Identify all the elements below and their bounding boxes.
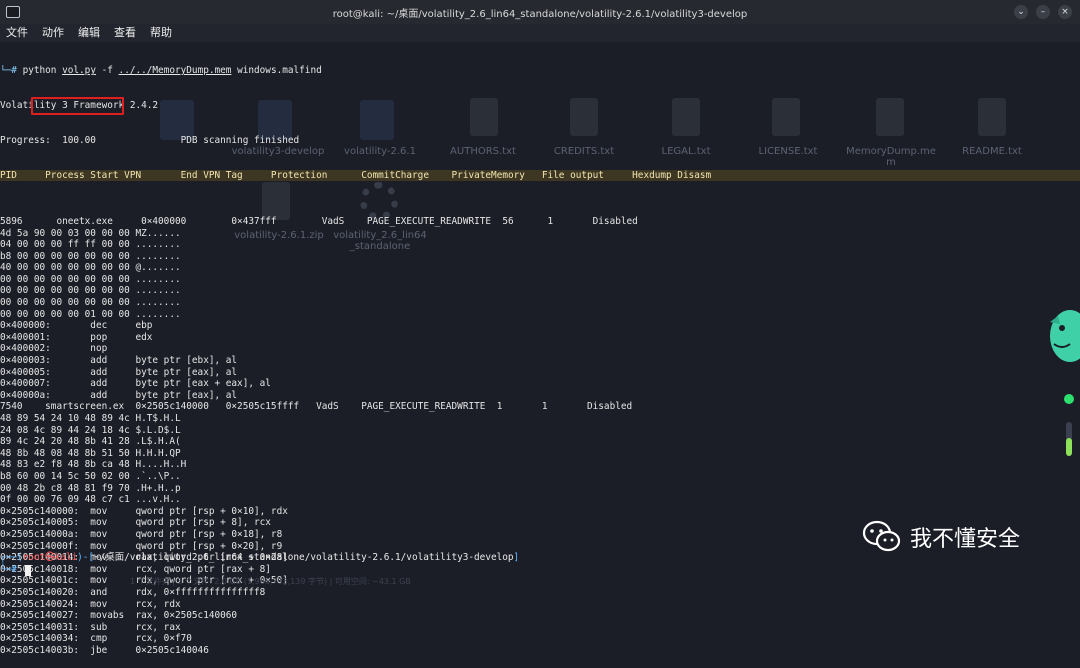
prompt-user: root㉿kali [22,552,78,563]
output-line: 89 4c 24 20 48 8b 41 28 .L$.H.A( [0,436,181,448]
highlight-box [31,97,124,115]
output-line: 0×400002: nop [0,343,108,355]
output-line: 5896 oneetx.exe 0×400000 0×437fff VadS P… [0,215,638,227]
command-program: python [22,65,63,77]
output-line: 00 00 00 00 00 00 00 00 ........ [0,273,181,285]
prompt-bracket: ] [513,552,520,563]
window-title: root@kali: ~/桌面/volatility_2.6_lin64_sta… [332,9,748,20]
output-line: 04 00 00 00 ff ff 00 00 ........ [0,239,181,251]
side-widget [1064,368,1074,488]
output-line: 00 48 2b c8 48 81 f9 70 .H+.H..p [0,482,181,494]
minimize-button[interactable]: – [1036,5,1050,19]
output-line: 24 08 4c 89 44 24 18 4c $.L.D$.L [0,424,181,436]
output-line: 0f 00 00 76 09 48 c7 c1 ...v.H.. [0,494,181,506]
watermark: 我不懂安全 [862,520,1020,554]
command-line: └─# python vol.py -f ../../MemoryDump.me… [0,65,1080,77]
prompt-bracket: ┌──( [0,552,23,563]
menu-edit[interactable]: 编辑 [78,24,100,42]
output-line: 0×2505c140027: movabs rax, 0×2505c140060 [0,610,238,622]
output-line: Volatility 3 Framework 2.4.2 [0,99,159,111]
prompt-symbol: └─# [0,65,23,77]
menu-view[interactable]: 查看 [114,24,136,42]
output-line: 0×2505c14003b: jbe 0×2505c140046 [0,644,209,656]
menu-help[interactable]: 帮助 [150,24,172,42]
command-plugin: windows.malfind [231,65,322,77]
output-line: 0×400007: add byte ptr [eax + eax], al [0,378,271,390]
prompt-path: ~/桌面/volatility_2.6_lin64_standalone/vol… [94,552,514,563]
output-line: 0×400001: pop edx [0,331,153,343]
output-line: 0×2505c140000: mov qword ptr [rsp + 0×10… [0,505,288,517]
output-line: 48 89 54 24 10 48 89 4c H.T$.H.L [0,413,181,424]
desktop-status: 1 个文件夹 | 3 个文件: 2.0 GB (1,966,793,139 字节… [130,577,411,586]
scroll-thumb[interactable] [1066,438,1072,456]
terminal-output[interactable]: └─# python vol.py -f ../../MemoryDump.me… [0,42,1080,656]
table-header: PID Process Start VPN End VPN Tag Protec… [0,169,1080,182]
menu-bar: 文件 动作 编辑 查看 帮助 [0,24,1080,42]
shell-prompt: ┌──(root㉿kali)-[~/桌面/volatility_2.6_lin6… [0,552,519,576]
output-line: 0×40000a: add byte ptr [eax], al [0,389,238,401]
output-line: Progress: 100.00 PDB scanning finished [0,134,300,146]
output-line: 48 83 e2 f8 48 8b ca 48 H....H..H [0,459,187,471]
output-line: 0×400003: add byte ptr [ebx], al [0,355,238,367]
output-line: 0×2505c140031: sub rcx, rax [0,621,181,633]
text-cursor[interactable] [25,565,31,576]
output-line: 00 00 00 00 00 01 00 00 ........ [0,308,181,320]
command-path: ../../MemoryDump.mem [118,65,232,77]
output-line: 40 00 00 00 00 00 00 00 @....... [0,262,181,274]
output-line: 0×400000: dec ebp [0,320,153,332]
prompt-bracket: )-[ [77,552,95,563]
output-line: 0×400005: add byte ptr [eax], al [0,366,238,378]
output-line: 0×2505c140034: cmp rcx, 0×f70 [0,633,192,645]
output-line: 7540 smartscreen.ex 0×2505c140000 0×2505… [0,401,633,413]
command-script: vol.py [62,65,96,77]
window-titlebar[interactable]: root@kali: ~/桌面/volatility_2.6_lin64_sta… [0,0,1080,25]
output-line: 00 00 00 00 00 00 00 00 ........ [0,285,181,297]
output-line: 0×2505c140020: and rdx, 0×ffffffffffffff… [0,586,266,598]
output-line: 48 8b 48 08 48 8b 51 50 H.H.H.QP [0,447,181,459]
output-line: 00 00 00 00 00 00 00 00 ........ [0,297,181,309]
wechat-icon [862,520,901,552]
menu-actions[interactable]: 动作 [42,24,64,42]
prompt-symbol: └─# [0,564,23,575]
status-dot-icon [1064,394,1074,404]
menu-file[interactable]: 文件 [6,24,28,42]
close-button[interactable]: × [1058,5,1072,19]
command-flag: -f [95,65,119,77]
output-line: 4d 5a 90 00 03 00 00 00 MZ...... [0,227,181,239]
output-line: b8 00 00 00 00 00 00 00 ........ [0,250,181,262]
mascot-icon [1050,310,1080,362]
output-line: b8 60 00 14 5c 50 02 00 .`..\P.. [0,470,181,482]
output-line: 0×2505c140024: mov rcx, rdx [0,598,181,610]
window-menu-button[interactable]: ⌄ [1014,5,1028,19]
watermark-text: 我不懂安全 [910,527,1021,552]
